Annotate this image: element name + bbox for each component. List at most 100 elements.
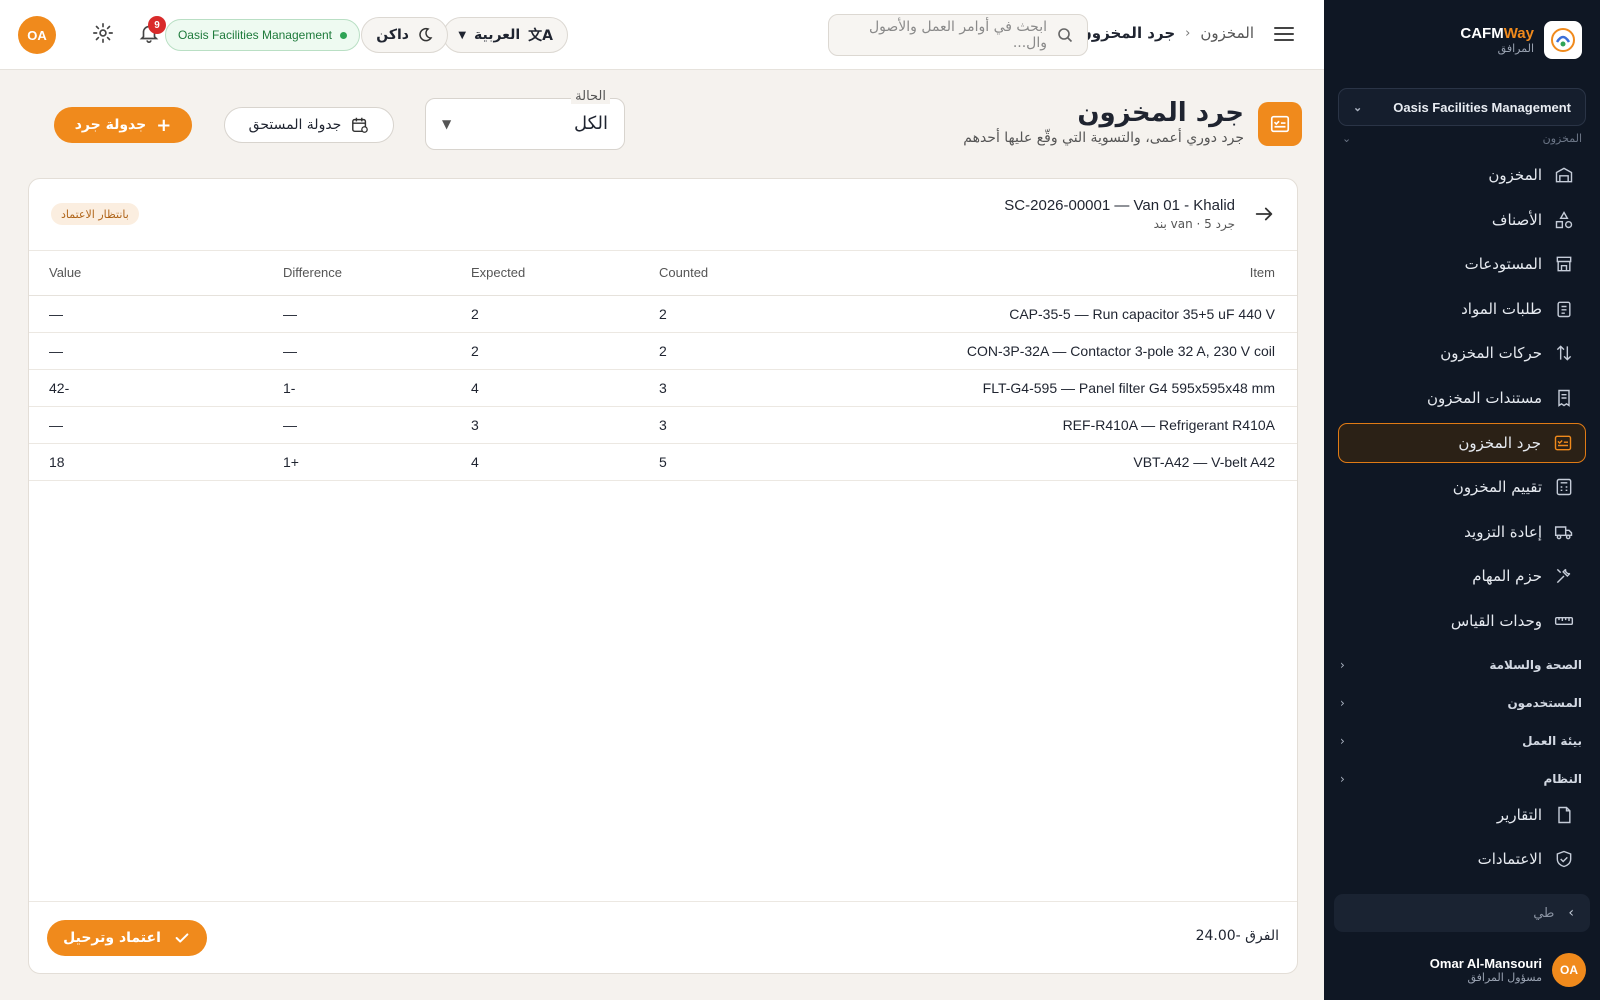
sidebar-item-label: المخزون [1488, 166, 1542, 184]
count-subtitle: جرد van · 5 بند [1153, 217, 1235, 231]
sidebar-item-label: حركات المخزون [1440, 344, 1542, 362]
chevron-down-icon: ⌄ [1353, 101, 1363, 114]
avatar[interactable]: OA [18, 16, 56, 54]
theme-label: داكن [376, 27, 409, 43]
receipt-icon [1554, 388, 1574, 408]
sidebar-item-label: تقييم المخزون [1452, 478, 1542, 496]
theme-toggle[interactable]: داكن [361, 17, 448, 53]
menu-icon[interactable] [1272, 22, 1296, 46]
sidebar-bottom-item-0[interactable]: التقارير [1338, 795, 1586, 835]
arrow-right-icon[interactable] [1253, 203, 1275, 225]
count-items-table: Item Counted Expected Difference Value C… [29, 251, 1297, 481]
cell-expected: 2 [451, 295, 639, 333]
table-row[interactable]: VBT-A42 — V-belt A42 5 4 +1 18 [29, 443, 1297, 481]
table-row[interactable]: REF-R410A — Refrigerant R410A 3 3 — — [29, 406, 1297, 444]
sidebar-item-3[interactable]: طلبات المواد [1338, 289, 1586, 329]
collapse-sidebar-button[interactable]: › طي [1334, 894, 1590, 932]
sidebar-bottom-item-1[interactable]: الاعتمادات [1338, 839, 1586, 879]
sidebar-item-label: وحدات القياس [1450, 612, 1542, 630]
table-row[interactable]: CAP-35-5 — Run capacitor 35+5 uF 440 V 2… [29, 295, 1297, 333]
column-header-item[interactable]: Item [827, 251, 1297, 296]
nav-section-label: المخزون [1542, 132, 1582, 145]
status-badge: بانتظار الاعتماد [51, 203, 139, 225]
approve-post-label: اعتماد وترحيل [63, 930, 161, 946]
column-header-value[interactable]: Value [29, 251, 263, 296]
sidebar-item-2[interactable]: المستودعات [1338, 244, 1586, 284]
sidebar-item-label: إعادة التزويد [1464, 523, 1542, 541]
sidebar-group-label: بيئة العمل [1522, 734, 1582, 748]
cell-expected: 4 [451, 443, 639, 481]
brand[interactable]: CAFMWay المرافق [1342, 20, 1582, 60]
sidebar-item-label: الأصناف [1491, 211, 1542, 229]
sidebar: CAFMWay المرافق Oasis Facilities Managem… [1324, 0, 1600, 1000]
sidebar-item-5[interactable]: مستندات المخزون [1338, 378, 1586, 418]
search-input[interactable]: ابحث في أوامر العمل والأصول وال... [828, 14, 1088, 56]
bell-icon[interactable]: 9 [136, 16, 166, 46]
moon-icon [417, 27, 433, 43]
cell-item: CAP-35-5 — Run capacitor 35+5 uF 440 V [827, 295, 1297, 333]
sidebar-item-6[interactable]: جرد المخزون [1338, 423, 1586, 463]
page-subtitle: جرد دوري أعمى، والتسوية التي وقّع عليها … [963, 130, 1244, 146]
checklist-icon [1553, 433, 1573, 453]
column-header-expected[interactable]: Expected [451, 251, 639, 296]
schedule-due-button[interactable]: جدولة المستحق [224, 107, 394, 143]
column-header-counted[interactable]: Counted [639, 251, 827, 296]
user-profile[interactable]: OA Omar Al-Mansouri مسؤول المرافق [1336, 950, 1586, 990]
cell-item: VBT-A42 — V-belt A42 [827, 443, 1297, 481]
cell-item: CON-3P-32A — Contactor 3-pole 32 A, 230 … [827, 332, 1297, 370]
chevron-left-icon: ‹ [1340, 734, 1345, 748]
report-icon [1554, 805, 1574, 825]
status-filter[interactable]: الحالة الكل ▼ [425, 89, 625, 150]
sidebar-group-label: الصحة والسلامة [1489, 658, 1582, 672]
cell-item: REF-R410A — Refrigerant R410A [827, 406, 1297, 444]
sidebar-item-8[interactable]: إعادة التزويد [1338, 512, 1586, 552]
sidebar-group-3[interactable]: النظام ‹ [1340, 768, 1582, 790]
cell-value: — [29, 295, 263, 333]
org-selector[interactable]: Oasis Facilities Management ⌄ [1338, 88, 1586, 126]
card-header: SC-2026-00001 — Van 01 - Khalid جرد van … [29, 179, 1297, 251]
sidebar-item-label: مستندات المخزون [1426, 389, 1542, 407]
brand-name: CAFMWay [1460, 25, 1534, 42]
sidebar-item-7[interactable]: تقييم المخزون [1338, 467, 1586, 507]
sidebar-group-0[interactable]: الصحة والسلامة ‹ [1340, 654, 1582, 676]
chevron-right-icon: › [1568, 905, 1574, 921]
sidebar-group-label: المستخدمون [1507, 696, 1582, 710]
cell-difference: — [263, 332, 451, 370]
avatar: OA [1552, 953, 1586, 987]
shapes-icon [1554, 210, 1574, 230]
cell-item: FLT-G4-595 — Panel filter G4 595x595x48 … [827, 369, 1297, 407]
table-row[interactable]: CON-3P-32A — Contactor 3-pole 32 A, 230 … [29, 332, 1297, 370]
sidebar-item-1[interactable]: الأصناف [1338, 200, 1586, 240]
sidebar-group-2[interactable]: بيئة العمل ‹ [1340, 730, 1582, 752]
schedule-count-button[interactable]: + جدولة جرد [54, 107, 192, 143]
org-pill-label: Oasis Facilities Management [177, 28, 332, 42]
sidebar-item-4[interactable]: حركات المخزون [1338, 333, 1586, 373]
sidebar-item-0[interactable]: المخزون [1338, 155, 1586, 195]
gear-icon[interactable] [90, 22, 114, 46]
sidebar-item-label: حزم المهام [1472, 567, 1542, 585]
table-row[interactable]: FLT-G4-595 — Panel filter G4 595x595x48 … [29, 369, 1297, 407]
column-header-difference[interactable]: Difference [263, 251, 451, 296]
ruler-icon [1554, 611, 1574, 631]
cell-value: 18 [29, 443, 263, 481]
notification-badge: 9 [148, 16, 166, 34]
sidebar-item-9[interactable]: حزم المهام [1338, 556, 1586, 596]
status-filter-label: الحالة [571, 89, 610, 104]
cell-value: — [29, 406, 263, 444]
sidebar-group-1[interactable]: المستخدمون ‹ [1340, 692, 1582, 714]
cell-value: -42 [29, 369, 263, 407]
sidebar-item-10[interactable]: وحدات القياس [1338, 601, 1586, 641]
cell-difference: -1 [263, 369, 451, 407]
chevron-left-icon: ‹ [1340, 772, 1345, 786]
approve-post-button[interactable]: اعتماد وترحيل [47, 920, 207, 956]
language-selector[interactable]: 文A العربية ▼ [443, 17, 568, 53]
org-status-pill: Oasis Facilities Management [164, 19, 360, 51]
language-label: العربية [474, 27, 521, 43]
collapse-label: طي [1533, 905, 1555, 921]
nav-section-inventory[interactable]: المخزون ⌄ [1342, 132, 1582, 146]
warehouse-icon [1554, 165, 1574, 185]
cell-expected: 4 [451, 369, 639, 407]
card-footer: الفرق -24.00 اعتماد وترحيل [29, 901, 1297, 973]
breadcrumb-parent[interactable]: المخزون [1200, 24, 1254, 42]
shield-check-icon [1554, 849, 1574, 869]
